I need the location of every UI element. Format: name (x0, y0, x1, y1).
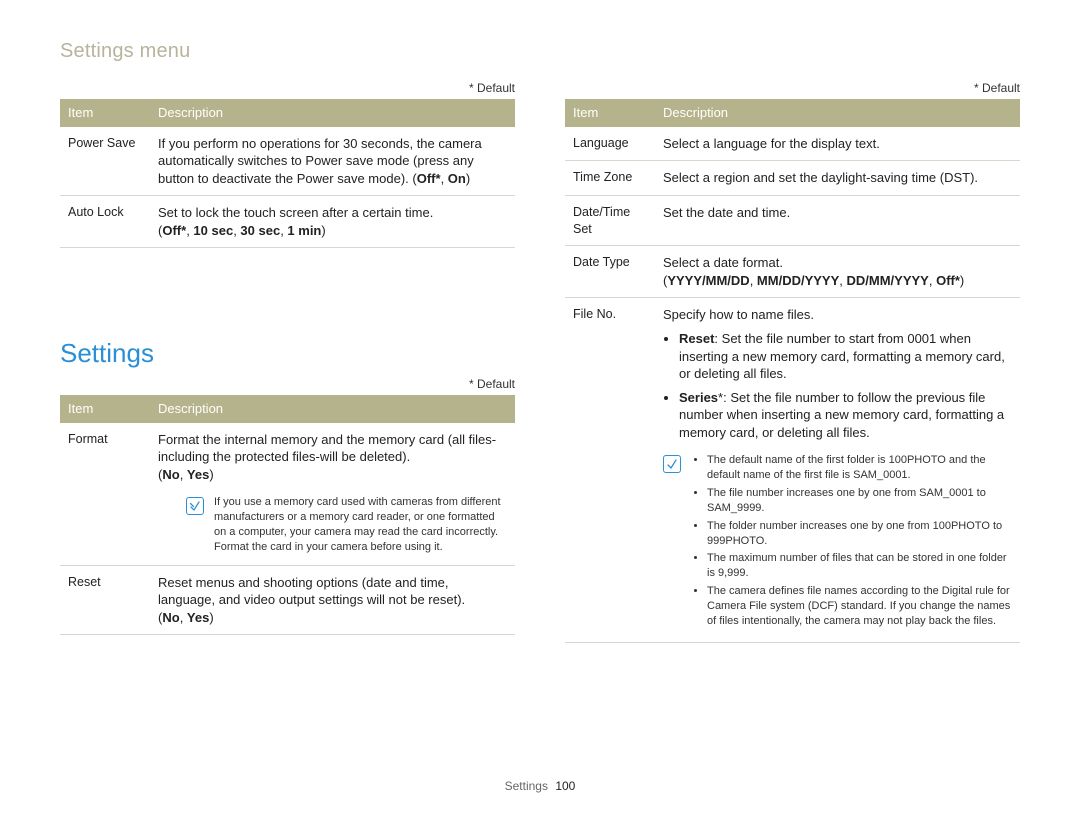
note-icon (186, 497, 204, 515)
settings-table-display: Item Description Power Save If you perfo… (60, 99, 515, 248)
note-item: The maximum number of files that can be … (707, 551, 1012, 581)
two-column-layout: * Default Item Description Power Save If… (60, 81, 1020, 643)
item-description: Select a language for the display text. (655, 127, 1020, 161)
option: Off* (417, 171, 441, 186)
item-description: Format the internal memory and the memor… (150, 423, 515, 566)
table-row: File No. Specify how to name files. Rese… (565, 298, 1020, 642)
note-item: The folder number increases one by one f… (707, 519, 1012, 549)
table-row: Auto Lock Set to lock the touch screen a… (60, 196, 515, 248)
default-marker: * Default (60, 377, 515, 391)
desc-text: Select a date format. (663, 255, 783, 270)
list-item: Reset: Set the file number to start from… (679, 330, 1012, 383)
option: Yes (187, 467, 209, 482)
note-item: The file number increases one by one fro… (707, 486, 1012, 516)
note-box: The default name of the first folder is … (663, 449, 1012, 633)
option: Off* (936, 273, 960, 288)
option-text: : Set the file number to start from 0001… (679, 331, 1005, 381)
table-row: Time Zone Select a region and set the da… (565, 161, 1020, 196)
option: Yes (187, 610, 209, 625)
right-column: * Default Item Description Language Sele… (565, 81, 1020, 643)
option-label: Reset (679, 331, 714, 346)
item-label: File No. (565, 298, 655, 642)
left-column: * Default Item Description Power Save If… (60, 81, 515, 643)
manual-page: Settings menu * Default Item Description… (0, 0, 1080, 815)
desc-text: Format the internal memory and the memor… (158, 432, 496, 465)
item-description: Set the date and time. (655, 195, 1020, 246)
col-header-description: Description (655, 99, 1020, 127)
section-title: Settings menu (60, 40, 1020, 63)
item-description: If you perform no operations for 30 seco… (150, 127, 515, 196)
option: YYYY/MM/DD (667, 273, 749, 288)
item-label: Power Save (60, 127, 150, 196)
option: 10 sec (193, 223, 233, 238)
option: No (162, 610, 179, 625)
option: No (162, 467, 179, 482)
note-list: The default name of the first folder is … (691, 453, 1012, 631)
col-header-description: Description (150, 395, 515, 423)
item-label: Date/Time Set (565, 195, 655, 246)
page-footer: Settings 100 (0, 779, 1080, 793)
list-item: Series*: Set the file number to follow t… (679, 389, 1012, 442)
item-description: Select a date format. (YYYY/MM/DD, MM/DD… (655, 246, 1020, 298)
table-row: Date Type Select a date format. (YYYY/MM… (565, 246, 1020, 298)
option-text: : Set the file number to follow the prev… (679, 390, 1004, 440)
item-label: Auto Lock (60, 196, 150, 248)
option-list: Reset: Set the file number to start from… (663, 330, 1012, 441)
item-description: Specify how to name files. Reset: Set th… (655, 298, 1020, 642)
item-label: Format (60, 423, 150, 566)
item-label: Reset (60, 565, 150, 635)
default-marker: * Default (60, 81, 515, 95)
option: 30 sec (240, 223, 280, 238)
item-description: Set to lock the touch screen after a cer… (150, 196, 515, 248)
option: 1 min (287, 223, 321, 238)
table-row: Date/Time Set Set the date and time. (565, 195, 1020, 246)
option: MM/DD/YYYY (757, 273, 839, 288)
settings-table-main: Item Description Format Format the inter… (60, 395, 515, 635)
desc-text: Specify how to name files. (663, 307, 814, 322)
item-label: Time Zone (565, 161, 655, 196)
col-header-description: Description (150, 99, 515, 127)
desc-text: Reset menus and shooting options (date a… (158, 575, 465, 608)
col-header-item: Item (60, 395, 150, 423)
settings-table-camera: Item Description Language Select a langu… (565, 99, 1020, 643)
item-label: Date Type (565, 246, 655, 298)
settings-heading: Settings (60, 338, 515, 369)
item-description: Reset menus and shooting options (date a… (150, 565, 515, 635)
footer-label: Settings (505, 779, 548, 793)
table-row: Format Format the internal memory and th… (60, 423, 515, 566)
desc-text: Set to lock the touch screen after a cer… (158, 205, 433, 220)
page-number: 100 (555, 779, 575, 793)
col-header-item: Item (60, 99, 150, 127)
col-header-item: Item (565, 99, 655, 127)
option-label: Series (679, 390, 718, 405)
note-item: The camera defines file names according … (707, 584, 1012, 629)
note-text: If you use a memory card used with camer… (214, 495, 507, 554)
table-row: Reset Reset menus and shooting options (… (60, 565, 515, 635)
note-box: If you use a memory card used with camer… (158, 491, 507, 556)
note-icon (663, 455, 681, 473)
option: Off* (162, 223, 186, 238)
item-label: Language (565, 127, 655, 161)
table-row: Power Save If you perform no operations … (60, 127, 515, 196)
option: On (448, 171, 466, 186)
item-description: Select a region and set the daylight-sav… (655, 161, 1020, 196)
option: DD/MM/YYYY (847, 273, 929, 288)
note-item: The default name of the first folder is … (707, 453, 1012, 483)
table-row: Language Select a language for the displ… (565, 127, 1020, 161)
default-marker: * Default (565, 81, 1020, 95)
